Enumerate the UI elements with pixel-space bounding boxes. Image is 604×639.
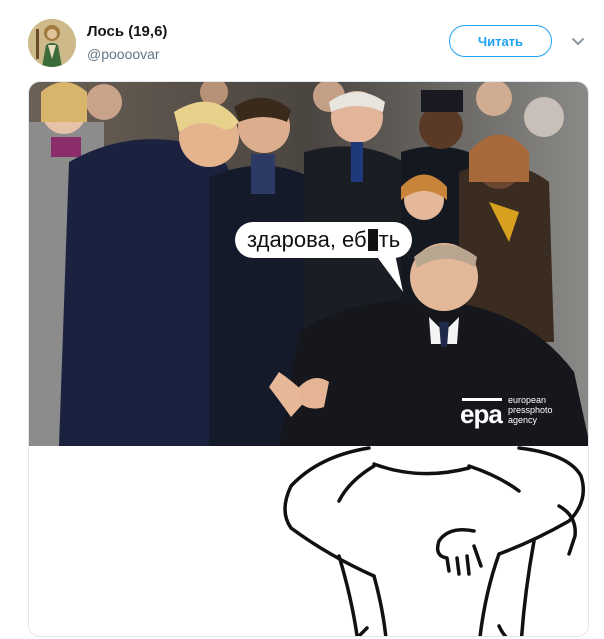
squatting-legs-drawing — [29, 446, 588, 636]
watermark-text: european pressphoto agency — [508, 395, 553, 425]
watermark-logo: epa — [460, 399, 503, 429]
speech-bubble-text-end: ть — [378, 227, 401, 252]
watermark-line: agency — [508, 415, 538, 425]
speech-bubble: здарова, еб ть — [235, 222, 413, 258]
epa-watermark: epa european pressphoto agency — [460, 391, 570, 431]
chevron-down-icon[interactable] — [571, 37, 585, 47]
display-name[interactable]: Лось (19,6) — [87, 23, 167, 40]
watermark-line: european — [508, 395, 547, 405]
tweet-header: Лось (19,6) @poooovar Читать — [0, 0, 604, 80]
follow-button[interactable]: Читать — [449, 25, 552, 57]
watermark-line: pressphoto — [508, 405, 553, 415]
censor-block — [367, 229, 378, 251]
tweet-media[interactable]: здарова, еб ть epa european pressphoto ag… — [28, 81, 589, 637]
user-handle[interactable]: @poooovar — [87, 46, 160, 62]
avatar[interactable] — [28, 19, 76, 67]
speech-bubble-text-start: здарова, еб — [247, 227, 367, 252]
bubble-tail — [375, 254, 403, 292]
